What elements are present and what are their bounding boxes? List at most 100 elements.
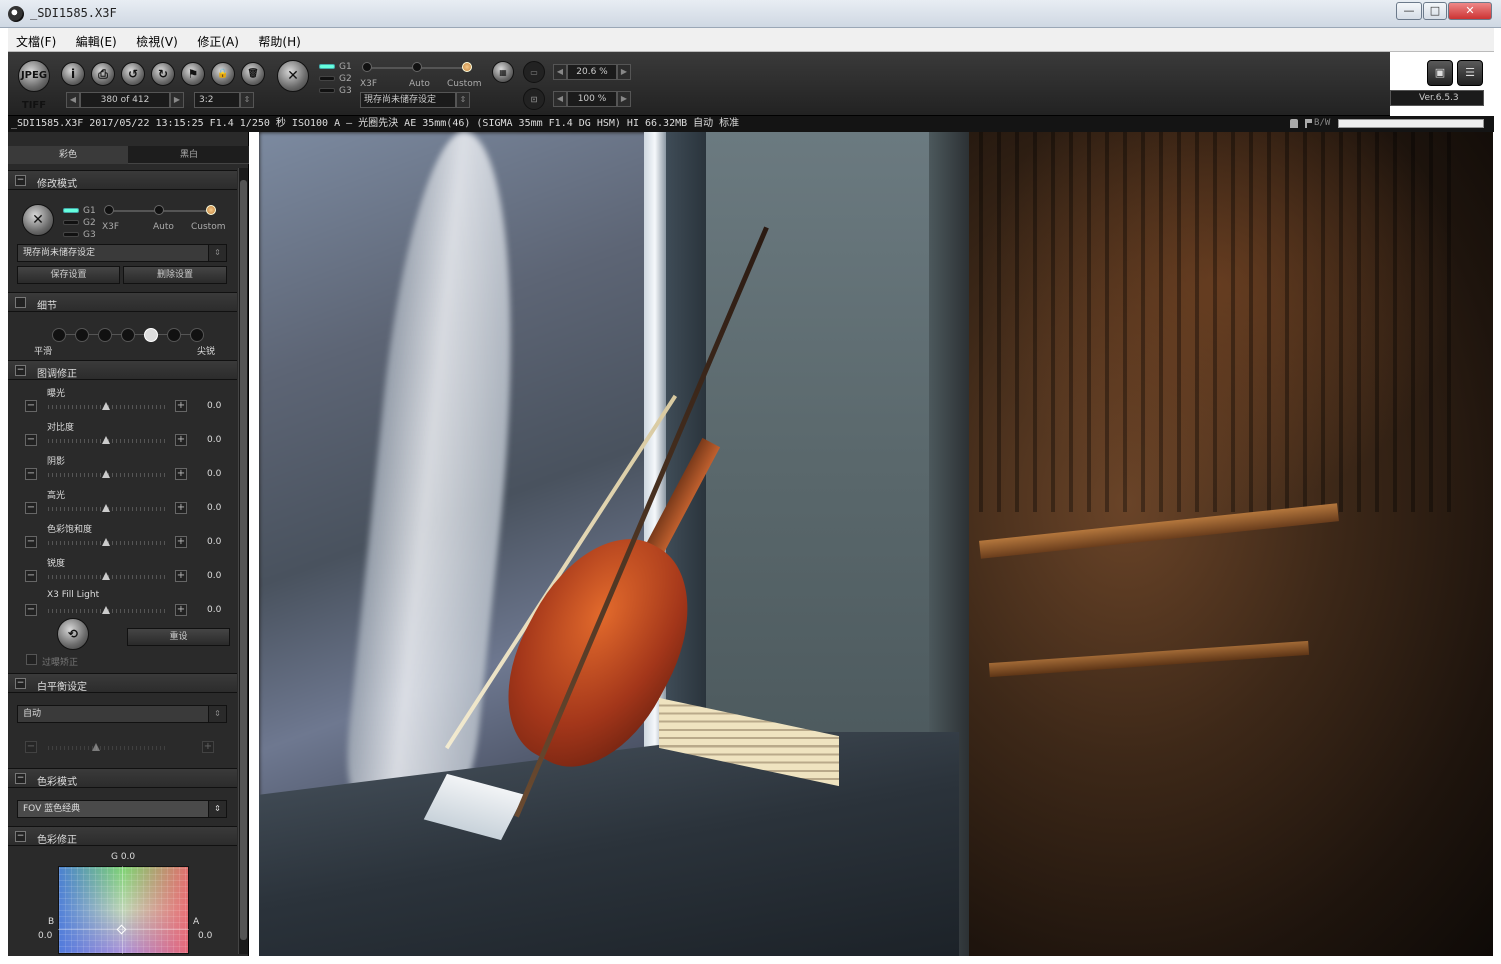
color-correction-grid[interactable] [58,866,189,954]
detail-level-1[interactable] [52,328,66,342]
shadow-decrease-button[interactable]: − [25,468,37,480]
menu-edit[interactable]: 編輯(E) [68,28,125,52]
shadow-increase-button[interactable]: + [175,468,187,480]
settings-panel-icon[interactable]: ☰ [1457,60,1483,86]
section-color-mode-header[interactable]: − 色彩模式 [8,768,237,788]
reset-button[interactable]: 重设 [127,628,230,646]
preset-select[interactable]: 現存尚未储存设定 ⇕ [17,244,227,262]
section-detail-header[interactable]: 细节 [8,292,237,312]
section-white-balance-header[interactable]: − 白平衡设定 [8,673,237,693]
detail-level-4[interactable] [121,328,135,342]
mode-x3f-node[interactable] [362,62,372,72]
section-mode-header[interactable]: − 修改模式 [8,170,237,190]
collapse-toggle-icon[interactable]: − [15,365,26,376]
sharpness-increase-button[interactable]: + [175,570,187,582]
sharpness-slider-thumb[interactable] [102,572,110,580]
fill-light-slider-thumb[interactable] [102,606,110,614]
prev-image-button[interactable]: ◀ [66,92,80,108]
white-balance-select[interactable]: 自动 ⇕ [17,705,227,723]
collapse-toggle-icon[interactable]: − [15,773,26,784]
tab-monochrome[interactable]: 黑白 [129,146,249,164]
image-preview[interactable] [259,132,1493,956]
menu-help[interactable]: 帮助(H) [250,28,308,52]
rotate-right-icon[interactable]: ↻ [151,62,175,86]
overexposure-checkbox[interactable] [26,654,37,665]
highlight-increase-button[interactable]: + [175,502,187,514]
contrast-increase-button[interactable]: + [175,434,187,446]
mode-custom-node[interactable] [462,62,472,72]
display-icon[interactable]: ▭ [523,61,545,83]
menu-adjust[interactable]: 修正(A) [189,28,247,52]
highlight-decrease-button[interactable]: − [25,502,37,514]
exposure-decrease-button[interactable]: − [25,400,37,412]
preset-select-arrow[interactable]: ⇕ [456,92,470,108]
zoom2-next-button[interactable]: ▶ [617,91,631,107]
saturation-slider-thumb[interactable] [102,538,110,546]
collapse-toggle-icon[interactable]: − [15,678,26,689]
mode-custom-node[interactable] [206,205,216,215]
wb-decrease-button[interactable]: − [25,741,37,753]
detail-level-6[interactable] [167,328,181,342]
checkbox-icon[interactable] [15,297,26,308]
zoom1-next-button[interactable]: ▶ [617,64,631,80]
save-settings-button[interactable]: 保存设置 [17,266,120,284]
trash-icon[interactable]: 🗑 [241,62,265,86]
flag-status-icon[interactable] [1305,119,1312,128]
detail-level-3[interactable] [98,328,112,342]
x3f-mode-icon[interactable]: ✕ [22,204,54,236]
detail-level-2[interactable] [75,328,89,342]
exposure-slider-thumb[interactable] [102,402,110,410]
detail-level-7[interactable] [190,328,204,342]
auto-tone-icon[interactable]: ⟲ [57,618,89,650]
aspect-ratio-stepper[interactable]: ⇕ [240,92,254,108]
delete-settings-button[interactable]: 删除设置 [123,266,227,284]
maximize-button[interactable]: □ [1423,2,1447,20]
contrast-slider-thumb[interactable] [102,436,110,444]
sharpness-decrease-button[interactable]: − [25,570,37,582]
flag-icon[interactable]: ⚑ [181,62,205,86]
contrast-decrease-button[interactable]: − [25,434,37,446]
menu-view[interactable]: 檢視(V) [128,28,186,52]
tab-color[interactable]: 彩色 [8,146,128,164]
wb-slider[interactable] [48,746,168,750]
color-mode-select[interactable]: FOV 蓝色经典 ⇕ [17,800,227,818]
shadow-slider-thumb[interactable] [102,470,110,478]
next-image-button[interactable]: ▶ [170,92,184,108]
zoom1-prev-button[interactable]: ◀ [553,64,567,80]
print-icon[interactable]: ⎙ [91,62,115,86]
menu-file[interactable]: 文檔(F) [8,28,64,52]
section-tone-header[interactable]: − 图调修正 [8,360,237,380]
saturation-increase-button[interactable]: + [175,536,187,548]
saturation-decrease-button[interactable]: − [25,536,37,548]
preset-select[interactable]: 現存尚未储存设定 [360,92,456,108]
fill-light-icon[interactable]: ▦ [492,61,514,83]
zoom2-prev-button[interactable]: ◀ [553,91,567,107]
panel-scrollbar[interactable] [238,168,248,954]
highlight-slider-thumb[interactable] [102,504,110,512]
mode-auto-node[interactable] [412,62,422,72]
toolbar-right-panel: ▣ ☰ Ver.6.5.3 [1390,52,1494,116]
aspect-ratio-field[interactable]: 3:2 [194,92,240,108]
exposure-increase-button[interactable]: + [175,400,187,412]
scrollbar-thumb[interactable] [240,180,247,940]
collapse-toggle-icon[interactable]: − [15,831,26,842]
info-button[interactable]: i [61,62,85,86]
fill-light-increase-button[interactable]: + [175,604,187,616]
wb-increase-button[interactable]: + [202,741,214,753]
mode-auto-node[interactable] [154,205,164,215]
mode-x3f-node[interactable] [104,205,114,215]
section-color-correct-header[interactable]: − 色彩修正 [8,826,237,846]
save-tiff-button[interactable]: JPEG TIFF [18,60,50,111]
fill-light-decrease-button[interactable]: − [25,604,37,616]
lock-status-icon[interactable] [1290,119,1298,128]
image-view-icon[interactable]: ▣ [1427,60,1453,86]
wb-slider-thumb[interactable] [92,743,100,751]
minimize-button[interactable]: — [1396,2,1422,20]
zoom-icon[interactable]: ⊡ [523,88,545,110]
x3f-mode-icon[interactable]: ✕ [277,60,309,92]
close-button[interactable]: ✕ [1448,2,1492,20]
collapse-toggle-icon[interactable]: − [15,175,26,186]
rotate-left-icon[interactable]: ↺ [121,62,145,86]
lock-icon[interactable]: 🔒 [211,62,235,86]
detail-level-5[interactable] [144,328,158,342]
